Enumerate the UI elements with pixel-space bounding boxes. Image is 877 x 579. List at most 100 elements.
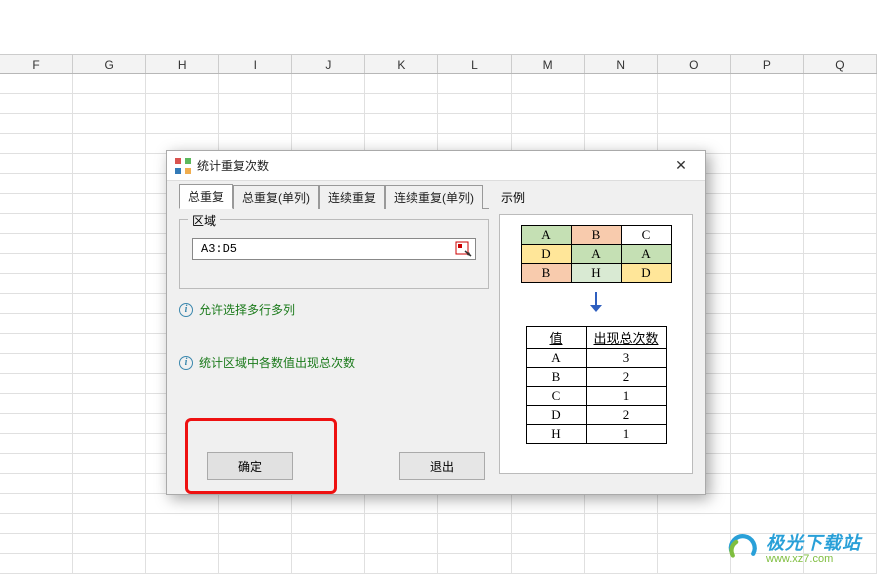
cell[interactable] (0, 114, 73, 133)
cell[interactable] (438, 554, 511, 573)
cell[interactable] (365, 494, 438, 513)
cell[interactable] (512, 534, 585, 553)
cell[interactable] (804, 154, 877, 173)
cell[interactable] (731, 434, 804, 453)
column-header[interactable]: N (585, 55, 658, 73)
cell[interactable] (804, 494, 877, 513)
tab-3[interactable]: 连续重复(单列) (385, 185, 483, 209)
cell[interactable] (804, 214, 877, 233)
cell[interactable] (0, 474, 73, 493)
cell[interactable] (0, 154, 73, 173)
cell[interactable] (804, 334, 877, 353)
cell[interactable] (73, 494, 146, 513)
cell[interactable] (73, 214, 146, 233)
cell[interactable] (73, 414, 146, 433)
cell[interactable] (731, 74, 804, 93)
cell[interactable] (219, 494, 292, 513)
cell[interactable] (658, 534, 731, 553)
cell[interactable] (146, 494, 219, 513)
cell[interactable] (731, 194, 804, 213)
cell[interactable] (0, 194, 73, 213)
cell[interactable] (219, 114, 292, 133)
cell[interactable] (73, 74, 146, 93)
cell[interactable] (658, 74, 731, 93)
cell[interactable] (512, 74, 585, 93)
cell[interactable] (0, 234, 73, 253)
cell[interactable] (219, 94, 292, 113)
cell[interactable] (804, 434, 877, 453)
cell[interactable] (731, 334, 804, 353)
cell[interactable] (804, 294, 877, 313)
cell[interactable] (73, 114, 146, 133)
cell[interactable] (804, 414, 877, 433)
cell[interactable] (438, 514, 511, 533)
cell[interactable] (585, 534, 658, 553)
cell[interactable] (73, 154, 146, 173)
cell[interactable] (804, 114, 877, 133)
cell[interactable] (585, 74, 658, 93)
cell[interactable] (292, 514, 365, 533)
cell[interactable] (73, 274, 146, 293)
cell[interactable] (731, 474, 804, 493)
cell[interactable] (292, 494, 365, 513)
range-picker-icon[interactable] (455, 241, 473, 257)
cell[interactable] (512, 114, 585, 133)
cell[interactable] (0, 514, 73, 533)
cell[interactable] (73, 174, 146, 193)
cell[interactable] (804, 354, 877, 373)
cell[interactable] (804, 254, 877, 273)
cell[interactable] (73, 474, 146, 493)
cell[interactable] (219, 554, 292, 573)
cell[interactable] (292, 94, 365, 113)
cell[interactable] (146, 514, 219, 533)
cell[interactable] (219, 534, 292, 553)
cell[interactable] (146, 74, 219, 93)
cell[interactable] (73, 134, 146, 153)
cell[interactable] (73, 374, 146, 393)
cell[interactable] (438, 494, 511, 513)
cell[interactable] (73, 314, 146, 333)
cell[interactable] (0, 94, 73, 113)
cell[interactable] (73, 334, 146, 353)
cell[interactable] (658, 514, 731, 533)
cell[interactable] (73, 534, 146, 553)
cell[interactable] (731, 294, 804, 313)
cell[interactable] (0, 174, 73, 193)
cell[interactable] (804, 454, 877, 473)
cell[interactable] (0, 314, 73, 333)
cancel-button[interactable]: 退出 (399, 452, 485, 480)
column-header[interactable]: G (73, 55, 146, 73)
cell[interactable] (73, 514, 146, 533)
cell[interactable] (73, 354, 146, 373)
cell[interactable] (73, 194, 146, 213)
cell[interactable] (0, 534, 73, 553)
cell[interactable] (438, 534, 511, 553)
cell[interactable] (365, 74, 438, 93)
cell[interactable] (585, 114, 658, 133)
cell[interactable] (292, 114, 365, 133)
cell[interactable] (0, 354, 73, 373)
column-header[interactable]: O (658, 55, 731, 73)
cell[interactable] (804, 74, 877, 93)
cell[interactable] (0, 554, 73, 573)
cell[interactable] (73, 254, 146, 273)
column-header[interactable]: Q (804, 55, 877, 73)
cell[interactable] (731, 154, 804, 173)
cell[interactable] (0, 414, 73, 433)
cell[interactable] (731, 274, 804, 293)
cell[interactable] (658, 494, 731, 513)
cell[interactable] (365, 554, 438, 573)
cell[interactable] (0, 214, 73, 233)
cell[interactable] (146, 554, 219, 573)
tab-0[interactable]: 总重复 (179, 184, 233, 209)
cell[interactable] (804, 374, 877, 393)
ok-button[interactable]: 确定 (207, 452, 293, 480)
cell[interactable] (0, 254, 73, 273)
cell[interactable] (73, 94, 146, 113)
cell[interactable] (512, 494, 585, 513)
column-header[interactable]: F (0, 55, 73, 73)
cell[interactable] (585, 514, 658, 533)
tab-2[interactable]: 连续重复 (319, 185, 385, 209)
cell[interactable] (731, 234, 804, 253)
column-header[interactable]: M (512, 55, 585, 73)
